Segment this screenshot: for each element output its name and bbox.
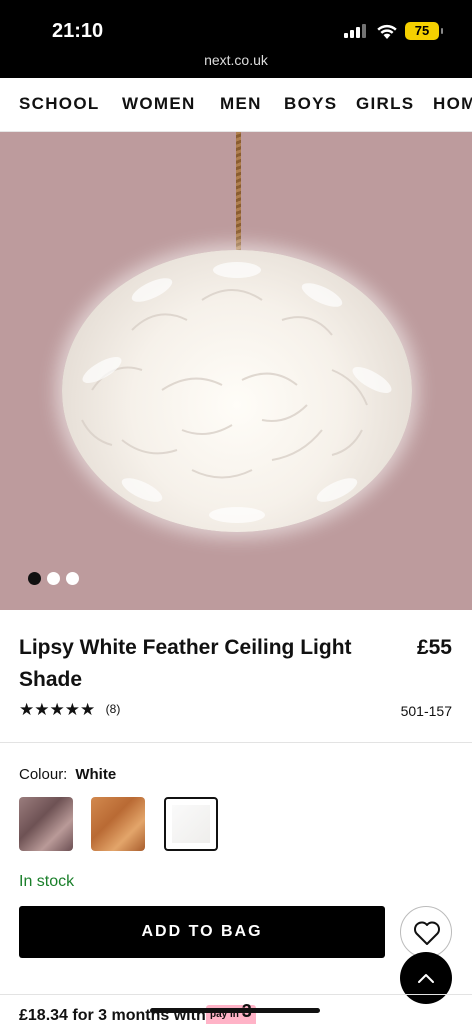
product-title: Lipsy White Feather Ceiling Light Shade	[19, 636, 352, 691]
favourite-button[interactable]	[400, 906, 452, 958]
colour-swatch-white[interactable]	[164, 797, 218, 851]
gallery-dot[interactable]	[66, 572, 79, 585]
gallery-dot[interactable]	[47, 572, 60, 585]
signal-icon	[344, 24, 368, 38]
product-price: £55	[416, 636, 452, 659]
colour-selected: White	[75, 766, 117, 783]
chevron-up-icon	[418, 974, 434, 983]
status-time: 21:10	[52, 20, 104, 42]
gallery-dot[interactable]	[28, 572, 41, 585]
feather-texture	[81, 262, 392, 523]
heart-icon	[414, 921, 440, 945]
colour-label: Colour:	[19, 766, 68, 783]
lamp-cord	[236, 132, 241, 252]
nav-item-men[interactable]: MEN	[220, 94, 262, 114]
stock-status: In stock	[19, 873, 75, 890]
status-bar: 21:10 75 next.co.uk	[0, 0, 472, 78]
home-indicator	[150, 1008, 320, 1013]
category-nav: SCHOOL WOMEN MEN BOYS GIRLS HOME	[0, 78, 472, 132]
rating-stars-icon: ★★★★★	[19, 700, 96, 719]
colour-label-row: Colour: White	[19, 766, 116, 783]
url-bar[interactable]: next.co.uk	[0, 52, 472, 68]
nav-item-home[interactable]: HOME	[433, 94, 472, 114]
nav-item-school[interactable]: SCHOOL	[19, 94, 100, 114]
product-code: 501-157	[400, 703, 452, 719]
product-image[interactable]	[0, 132, 472, 610]
nav-item-boys[interactable]: BOYS	[284, 94, 337, 114]
battery-icon: 75	[405, 22, 443, 40]
rating-row[interactable]: ★★★★★ (8)	[19, 700, 120, 720]
add-to-bag-button[interactable]: ADD TO BAG	[19, 906, 385, 958]
nav-item-girls[interactable]: GIRLS	[356, 94, 414, 114]
divider	[0, 742, 472, 743]
review-count[interactable]: (8)	[106, 702, 121, 716]
nav-item-women[interactable]: WOMEN	[122, 94, 196, 114]
colour-swatch-grey[interactable]	[19, 797, 73, 851]
colour-swatch-copper[interactable]	[91, 797, 145, 851]
gallery-dots[interactable]	[28, 572, 85, 590]
wifi-icon	[377, 24, 397, 39]
